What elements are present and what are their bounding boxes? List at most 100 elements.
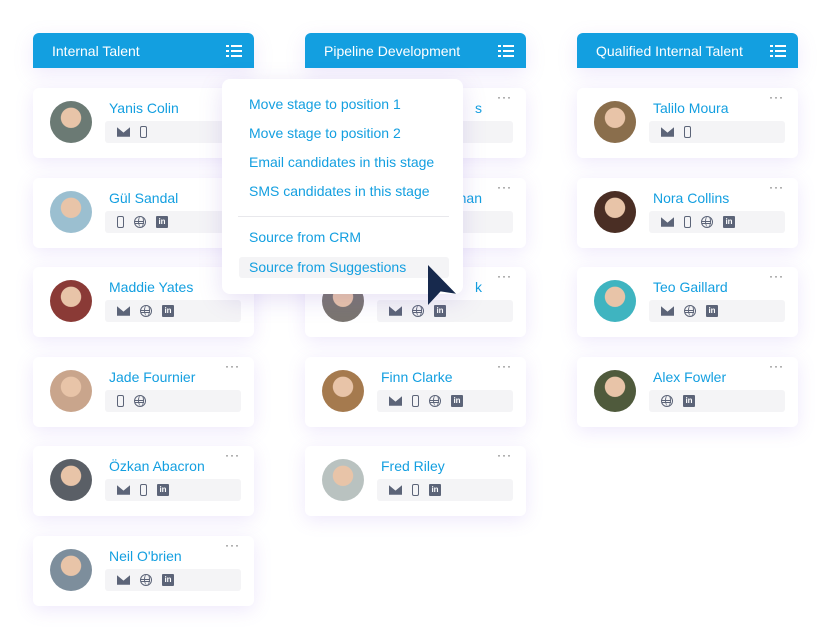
menu-item-email-candidates[interactable]: Email candidates in this stage <box>249 154 434 170</box>
candidate-card[interactable]: ··· Finn Clarke in <box>305 357 526 427</box>
stage-header: Pipeline Development <box>305 33 526 68</box>
candidate-name[interactable]: Teo Gaillard <box>653 279 728 295</box>
email-icon[interactable] <box>117 306 130 316</box>
stage-header: Internal Talent <box>33 33 254 68</box>
candidate-card[interactable]: ··· Özkan Abacron in <box>33 446 254 516</box>
candidate-card[interactable]: ··· Talilo Moura <box>577 88 798 158</box>
more-options-icon[interactable]: ··· <box>497 90 512 104</box>
stage-column: Qualified Internal Talent ··· Talilo Mour… <box>577 33 798 427</box>
candidate-name[interactable]: Finn Clarke <box>381 369 453 385</box>
phone-icon[interactable] <box>684 126 691 138</box>
avatar <box>594 101 636 143</box>
more-options-icon[interactable]: ··· <box>225 359 240 373</box>
list-menu-icon[interactable] <box>498 44 514 57</box>
stage-title: Qualified Internal Talent <box>596 42 743 59</box>
candidate-name[interactable]: Yanis Colin <box>109 100 179 116</box>
email-icon[interactable] <box>389 306 402 316</box>
contact-icons: in <box>105 211 241 233</box>
email-icon[interactable] <box>661 306 674 316</box>
email-icon[interactable] <box>117 575 130 585</box>
candidate-name[interactable]: Neil O'brien <box>109 548 182 564</box>
candidate-card[interactable]: ··· Yanis Colin <box>33 88 254 158</box>
globe-icon[interactable] <box>140 305 152 317</box>
phone-icon[interactable] <box>412 395 419 407</box>
globe-icon[interactable] <box>661 395 673 407</box>
avatar <box>594 370 636 412</box>
phone-icon[interactable] <box>117 395 124 407</box>
candidate-card[interactable]: ··· Teo Gaillard in <box>577 267 798 337</box>
avatar <box>322 370 364 412</box>
globe-icon[interactable] <box>412 305 424 317</box>
list-menu-icon[interactable] <box>770 44 786 57</box>
phone-icon[interactable] <box>140 484 147 496</box>
menu-item-sms-candidates[interactable]: SMS candidates in this stage <box>249 183 430 199</box>
linkedin-icon[interactable]: in <box>157 484 169 496</box>
globe-icon[interactable] <box>429 395 441 407</box>
more-options-icon[interactable]: ··· <box>769 359 784 373</box>
candidate-card[interactable]: ··· Jade Fournier <box>33 357 254 427</box>
avatar <box>50 191 92 233</box>
menu-item-source-crm[interactable]: Source from CRM <box>249 229 361 245</box>
menu-item-move-position-2[interactable]: Move stage to position 2 <box>249 125 401 141</box>
email-icon[interactable] <box>389 396 402 406</box>
more-options-icon[interactable]: ··· <box>769 269 784 283</box>
linkedin-icon[interactable]: in <box>683 395 695 407</box>
candidate-name[interactable]: Nora Collins <box>653 190 729 206</box>
globe-icon[interactable] <box>701 216 713 228</box>
linkedin-icon[interactable]: in <box>429 484 441 496</box>
more-options-icon[interactable]: ··· <box>769 90 784 104</box>
email-icon[interactable] <box>117 127 130 137</box>
contact-icons: in <box>649 390 785 412</box>
email-icon[interactable] <box>117 485 130 495</box>
linkedin-icon[interactable]: in <box>162 305 174 317</box>
avatar <box>50 459 92 501</box>
linkedin-icon[interactable]: in <box>723 216 735 228</box>
globe-icon[interactable] <box>134 216 146 228</box>
phone-icon[interactable] <box>117 216 124 228</box>
candidate-card[interactable]: ··· Gül Sandal in <box>33 178 254 248</box>
candidate-name[interactable]: Özkan Abacron <box>109 458 205 474</box>
contact-icons <box>649 121 785 143</box>
candidate-name[interactable]: Fred Riley <box>381 458 445 474</box>
linkedin-icon[interactable]: in <box>706 305 718 317</box>
candidate-name[interactable]: Gül Sandal <box>109 190 178 206</box>
candidate-name[interactable]: Jade Fournier <box>109 369 195 385</box>
contact-icons: in <box>105 300 241 322</box>
menu-divider <box>238 216 449 217</box>
candidate-card[interactable]: ··· Alex Fowler in <box>577 357 798 427</box>
globe-icon[interactable] <box>134 395 146 407</box>
linkedin-icon[interactable]: in <box>156 216 168 228</box>
candidate-card[interactable]: ··· Neil O'brien in <box>33 536 254 606</box>
linkedin-icon[interactable]: in <box>451 395 463 407</box>
stage-title: Pipeline Development <box>324 42 461 59</box>
more-options-icon[interactable]: ··· <box>225 538 240 552</box>
candidate-name[interactable]: Maddie Yates <box>109 279 193 295</box>
candidate-card[interactable]: ··· Nora Collins in <box>577 178 798 248</box>
globe-icon[interactable] <box>140 574 152 586</box>
candidate-card[interactable]: ··· Fred Riley in <box>305 446 526 516</box>
candidate-name[interactable]: s <box>475 100 482 116</box>
list-menu-icon[interactable] <box>226 44 242 57</box>
stage-title: Internal Talent <box>52 42 140 59</box>
phone-icon[interactable] <box>412 484 419 496</box>
candidate-name[interactable]: Talilo Moura <box>653 100 728 116</box>
phone-icon[interactable] <box>140 126 147 138</box>
linkedin-icon[interactable]: in <box>162 574 174 586</box>
more-options-icon[interactable]: ··· <box>497 359 512 373</box>
more-options-icon[interactable]: ··· <box>497 269 512 283</box>
candidate-card[interactable]: ··· Maddie Yates in <box>33 267 254 337</box>
globe-icon[interactable] <box>684 305 696 317</box>
phone-icon[interactable] <box>684 216 691 228</box>
menu-item-move-position-1[interactable]: Move stage to position 1 <box>249 96 401 112</box>
more-options-icon[interactable]: ··· <box>497 448 512 462</box>
email-icon[interactable] <box>661 217 674 227</box>
email-icon[interactable] <box>661 127 674 137</box>
email-icon[interactable] <box>389 485 402 495</box>
more-options-icon[interactable]: ··· <box>769 180 784 194</box>
linkedin-icon[interactable]: in <box>434 305 446 317</box>
candidate-name[interactable]: Alex Fowler <box>653 369 726 385</box>
candidate-name[interactable]: k <box>475 279 482 295</box>
more-options-icon[interactable]: ··· <box>225 448 240 462</box>
more-options-icon[interactable]: ··· <box>497 180 512 194</box>
menu-item-source-suggestions[interactable]: Source from Suggestions <box>239 257 449 278</box>
